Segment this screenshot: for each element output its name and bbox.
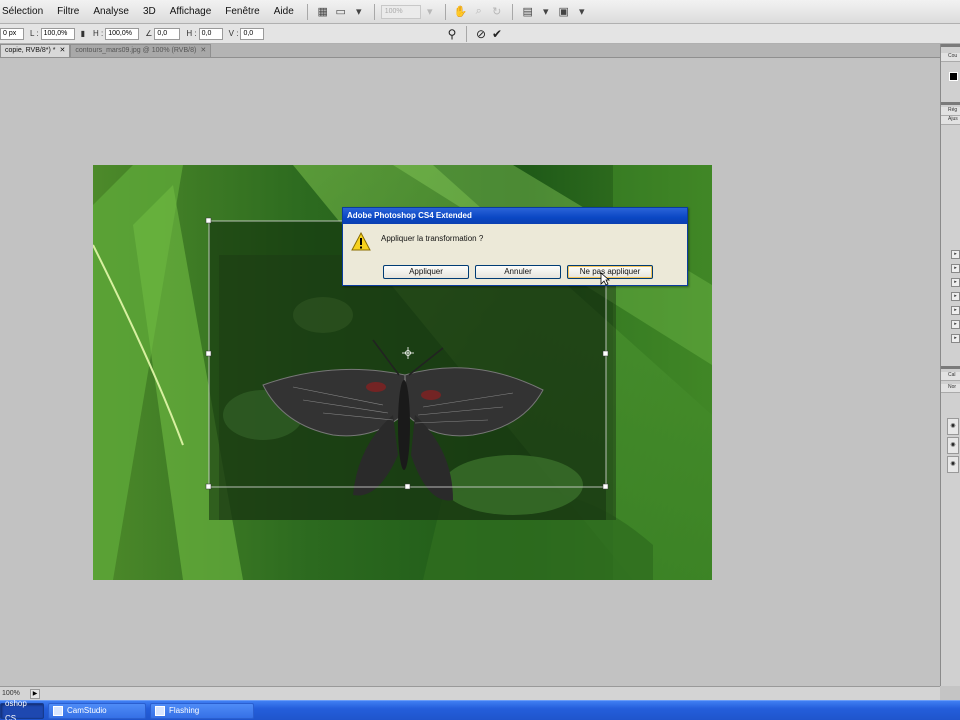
screen-mode-icon[interactable]: ▭ — [332, 4, 350, 20]
foreground-color-swatch[interactable] — [949, 72, 958, 81]
angle-icon: ∠ — [145, 29, 153, 38]
x-position-field[interactable]: 0 px — [0, 27, 24, 40]
width-field[interactable]: 100,0% — [40, 27, 75, 40]
menu-3d[interactable]: 3D — [136, 6, 163, 17]
toolbar-separator — [511, 3, 513, 20]
warning-icon — [351, 232, 371, 251]
panel-divider — [941, 366, 960, 369]
toolbar-separator — [444, 3, 446, 20]
rotate-view-icon[interactable]: ↻ — [488, 4, 506, 20]
cancel-button[interactable]: Annuler — [475, 265, 561, 279]
camstudio-icon — [53, 705, 63, 716]
adjustment-preset-button[interactable]: ▸ — [951, 250, 960, 259]
taskbar-item-camstudio[interactable]: CamStudio — [48, 702, 146, 719]
h-skew-label: H : — [186, 29, 197, 38]
options-bar: 0 px L : 100,0% ▮ H : 100,0% ∠ 0,0 H : 0… — [0, 24, 960, 44]
adjustments-panel-sub: Ajus — [941, 116, 960, 125]
adjustment-preset-button[interactable]: ▸ — [951, 264, 960, 273]
taskbar-item-photoshop[interactable]: oshop CS... — [0, 699, 44, 720]
chevron-down-icon[interactable]: ▾ — [537, 4, 555, 20]
apply-transform-dialog: Adobe Photoshop CS4 Extended Appliquer l… — [342, 207, 688, 286]
toolbar-separator — [466, 25, 467, 42]
menu-aide[interactable]: Aide — [267, 6, 301, 17]
link-icon[interactable]: ▮ — [81, 29, 85, 38]
menu-analyse[interactable]: Analyse — [86, 6, 136, 17]
apply-button[interactable]: Appliquer — [383, 265, 469, 279]
layers-panel-header[interactable]: Cal — [941, 372, 960, 381]
adjustments-panel-header[interactable]: Rég — [941, 107, 960, 116]
angle-field[interactable]: 0,0 — [154, 27, 181, 40]
zoom-tool-icon[interactable]: ⌕ — [470, 4, 488, 20]
right-panel-dock: Cou Rég Ajus ▸ ▸ ▸ ▸ ▸ ▸ ▸ Cal Nor ◉ ◉ ◉ — [940, 44, 960, 686]
mouse-cursor-icon — [600, 272, 610, 286]
toolbar-separator — [373, 3, 375, 20]
status-bar: 100% ▶ — [0, 686, 940, 700]
taskbar-item-label: Flashing — [169, 706, 200, 715]
layer-visibility-eye-icon[interactable]: ◉ — [947, 437, 959, 454]
screen-mode-full-icon[interactable]: ▣ — [555, 4, 573, 20]
layer-visibility-eye-icon[interactable]: ◉ — [947, 456, 959, 473]
adjustment-preset-button[interactable]: ▸ — [951, 306, 960, 315]
warp-mode-icon[interactable]: ⚲ — [444, 26, 460, 42]
guides-icon[interactable]: ▾ — [350, 4, 368, 20]
adjustment-preset-button[interactable]: ▸ — [951, 334, 960, 343]
tab-document-active[interactable]: copie, RVB/8*) * ✕ — [0, 44, 71, 57]
h-skew-field[interactable]: 0,0 — [198, 27, 223, 40]
close-icon[interactable]: ✕ — [200, 47, 206, 54]
taskbar-item-label: oshop CS... — [5, 698, 27, 720]
dont-apply-button[interactable]: Ne pas appliquer — [567, 265, 653, 279]
flashing-app-icon — [155, 705, 165, 716]
chevron-down-icon: ▾ — [426, 6, 433, 18]
arrange-documents-icon[interactable]: ▤ — [519, 4, 537, 20]
layer-visibility-eye-icon[interactable]: ◉ — [947, 418, 959, 435]
v-skew-field[interactable]: 0,0 — [240, 27, 265, 40]
menu-fenetre[interactable]: Fenêtre — [218, 6, 266, 17]
tab-label: copie, RVB/8*) * — [5, 47, 56, 54]
windows-taskbar: oshop CS... CamStudio Flashing — [0, 699, 960, 720]
panel-divider — [941, 44, 960, 47]
toolbar-separator — [306, 3, 308, 20]
menu-selection[interactable]: Sélection — [0, 6, 50, 17]
tab-label: contours_mars09.jpg @ 100% (RVB/8) — [75, 47, 197, 54]
dialog-title: Adobe Photoshop CS4 Extended — [343, 208, 687, 224]
taskbar-item-label: CamStudio — [67, 706, 107, 715]
dialog-message: Appliquer la transformation ? — [381, 234, 484, 243]
launch-bridge-icon[interactable]: ▦ — [314, 4, 332, 20]
menu-affichage[interactable]: Affichage — [163, 6, 219, 17]
taskbar-item-flashing[interactable]: Flashing — [150, 702, 254, 719]
panel-divider — [941, 102, 960, 105]
v-skew-label: V : — [228, 29, 239, 38]
hand-tool-icon[interactable]: ✋ — [452, 4, 470, 20]
zoom-field[interactable]: 100% — [380, 4, 421, 19]
cancel-transform-icon[interactable]: ⊘ — [473, 26, 489, 42]
adjustment-preset-button[interactable]: ▸ — [951, 292, 960, 301]
tab-document-inactive[interactable]: contours_mars09.jpg @ 100% (RVB/8) ✕ — [70, 44, 212, 57]
menu-bar: Sélection Filtre Analyse 3D Affichage Fe… — [0, 0, 960, 24]
height-label: H : — [93, 29, 104, 38]
chevron-down-icon[interactable]: ▾ — [573, 4, 591, 20]
height-field[interactable]: 100,0% — [105, 27, 140, 40]
document-tab-bar: copie, RVB/8*) * ✕ contours_mars09.jpg @ … — [0, 44, 940, 58]
commit-transform-icon[interactable]: ✔ — [489, 26, 505, 42]
adjustment-preset-button[interactable]: ▸ — [951, 278, 960, 287]
close-icon[interactable]: ✕ — [59, 47, 65, 54]
menu-filtre[interactable]: Filtre — [50, 6, 86, 17]
blend-mode-select[interactable]: Nor — [941, 384, 960, 393]
adjustment-preset-button[interactable]: ▸ — [951, 320, 960, 329]
width-label: L : — [30, 29, 39, 38]
color-panel-header[interactable]: Cou — [941, 53, 960, 62]
